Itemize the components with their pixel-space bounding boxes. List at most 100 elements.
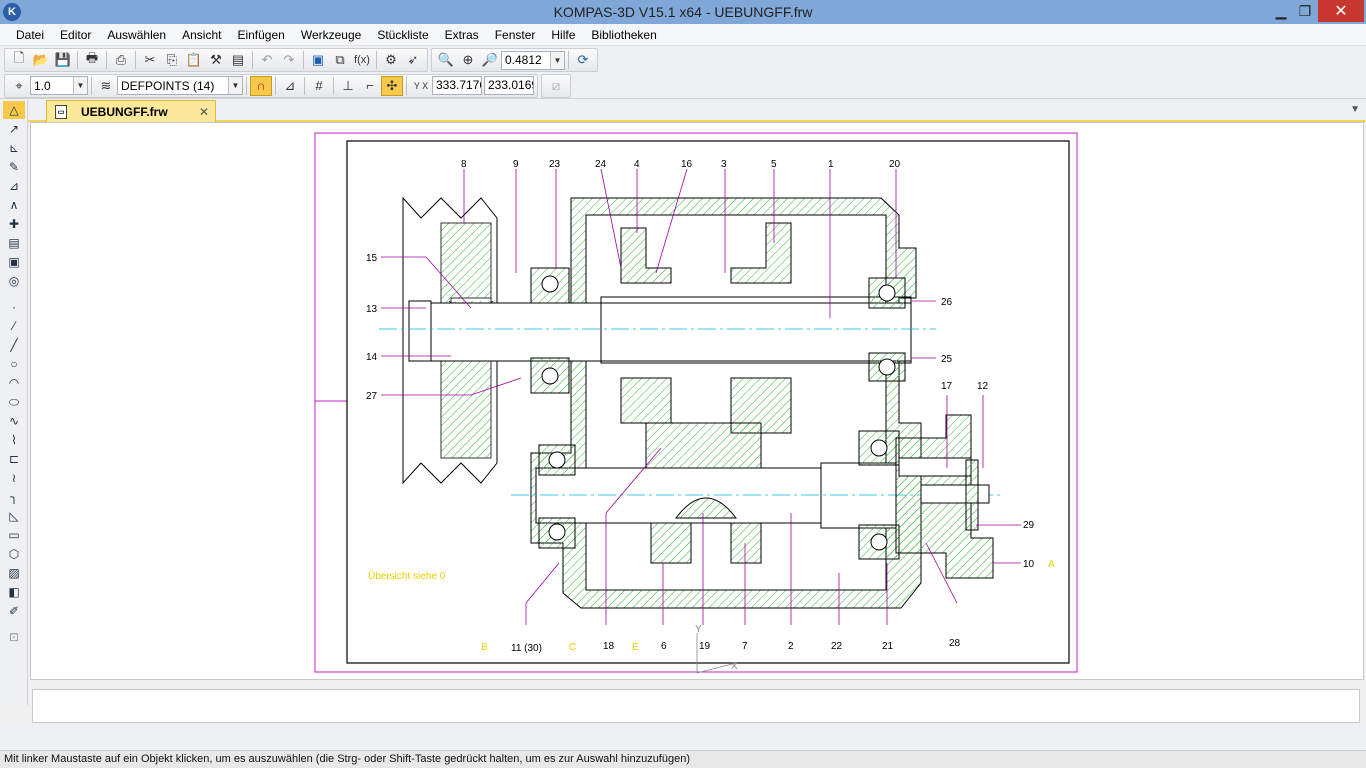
open-folder-icon[interactable]: 📂 [30,50,52,70]
menu-einfuegen[interactable]: Einfügen [229,25,292,45]
variables-icon[interactable]: ⧉ [329,50,351,70]
geometry-tool-icon[interactable]: △ [3,101,25,119]
point-icon[interactable]: · [3,298,25,316]
new-document-icon[interactable]: 🗋 [8,50,30,70]
layer-value: DEFPOINTS (14) [121,78,215,93]
menu-stueckliste[interactable]: Stückliste [369,25,436,45]
snap-magnet-icon[interactable]: ∩ [250,75,272,96]
local-cs-icon[interactable]: ⊿ [279,76,301,96]
parametrize-tool-icon[interactable]: ⊿ [3,177,25,195]
menu-bibliotheken[interactable]: Bibliotheken [583,25,664,45]
part-label: 22 [831,641,843,652]
cursor-step-combo[interactable]: 1.0 ▼ [30,76,88,95]
undo-icon[interactable]: ↶ [256,50,278,70]
part-label: 13 [366,304,378,315]
toolbar-separator [252,51,253,69]
properties-wand-icon[interactable]: ⚒ [205,50,227,70]
fillet-icon[interactable]: ╮ [3,488,25,506]
symbols-tool-icon[interactable]: ⊾ [3,139,25,157]
part-label: 24 [595,159,607,170]
menu-auswaehlen[interactable]: Auswählen [99,25,174,45]
close-tab-icon[interactable]: ✕ [199,105,209,119]
grid-icon[interactable]: # [308,76,330,96]
drawing-note: Übersicht siehe 0 [368,570,446,582]
zoom-scale-icon[interactable]: 🔎 [479,50,501,70]
maximize-button[interactable]: ❐ [1288,0,1322,22]
menu-ansicht[interactable]: Ansicht [174,25,229,45]
menu-werkzeuge[interactable]: Werkzeuge [293,25,369,45]
auxiliary-line-icon[interactable]: ⁄ [3,317,25,335]
measure-tool-icon[interactable]: ∧ [3,196,25,214]
chamfer-icon[interactable]: ◺ [3,507,25,525]
cursor-step-icon[interactable]: ⌖ [8,76,30,96]
settings-gears-icon[interactable]: ⚙ [380,50,402,70]
polyline-icon[interactable]: ⌇ [3,431,25,449]
part-label: 12 [977,381,989,392]
contour-icon[interactable]: ⊏ [3,450,25,468]
menu-datei[interactable]: Datei [8,25,52,45]
zoom-all-icon[interactable]: ⊕ [457,50,479,70]
part-label: 20 [889,159,901,170]
bezier-icon[interactable]: ≀ [3,469,25,487]
state-toolbar-group: ⌖ 1.0 ▼ ≋ DEFPOINTS (14) ▼ ∩ ⊿ # ⊥ ⌐ ✣ Y… [4,73,538,98]
copy-icon[interactable]: ⎘ [161,50,183,70]
refresh-view-icon[interactable]: ⟳ [572,50,594,70]
paste-icon[interactable]: 📋 [183,50,205,70]
menu-editor[interactable]: Editor [52,25,99,45]
function-fx-icon[interactable]: f(x) [351,50,373,70]
help-pointer-icon[interactable]: ➶ [402,50,424,70]
manager-icon[interactable]: ▣ [307,50,329,70]
round-coords-icon[interactable]: ✣ [381,75,403,96]
menu-hilfe[interactable]: Hilfe [543,25,583,45]
drawing-canvas[interactable]: Y X 8 9 23 24 4 16 3 5 1 20 15 13 14 27 … [30,122,1364,680]
ortho-axes-icon[interactable]: ⊥ [337,76,359,96]
chevron-down-icon[interactable]: ▼ [73,77,87,94]
close-button[interactable]: ✕ [1318,0,1364,22]
status-bar: Mit linker Maustaste auf ein Objekt klic… [0,750,1366,768]
arc-icon[interactable]: ◠ [3,374,25,392]
redo-icon[interactable]: ↷ [278,50,300,70]
equidistant-icon[interactable]: ✐ [3,602,25,620]
segment-icon[interactable]: ╱ [3,336,25,354]
layer-stack-icon[interactable]: ≋ [95,76,117,96]
disabled-tool-icon[interactable]: ⧄ [545,76,567,96]
menu-fenster[interactable]: Fenster [487,25,544,45]
menu-extras[interactable]: Extras [437,25,487,45]
cut-icon[interactable]: ✂ [139,50,161,70]
save-disk-icon[interactable]: 💾 [52,50,74,70]
tab-uebungff[interactable]: ▭ UEBUNGFF.frw ✕ [46,100,216,122]
rectangle-icon[interactable]: ▭ [3,526,25,544]
part-label: 14 [366,352,378,363]
layer-combo[interactable]: DEFPOINTS (14) ▼ [117,76,243,95]
zoom-window-icon[interactable]: 🔍 [435,50,457,70]
zoom-scale-combo[interactable]: 0.4812 ▼ [501,50,565,70]
circle-icon[interactable]: ○ [3,355,25,373]
kompas-app-icon[interactable]: K [3,3,21,21]
spline-icon[interactable]: ∿ [3,412,25,430]
properties-panel[interactable] [32,689,1360,723]
reports-icon[interactable]: ◎ [3,272,25,290]
coord-y-field[interactable]: 233.0169 [484,76,534,95]
print-icon[interactable]: 🖶 [81,50,103,70]
edit-tool-icon[interactable]: ✎ [3,158,25,176]
panel-strip [0,725,1366,750]
associative-views-icon[interactable]: ▤ [3,234,25,252]
tab-list-chevron-icon[interactable]: ▼ [1350,104,1360,115]
chevron-down-icon[interactable]: ▼ [228,77,242,94]
input-shaft [379,296,936,364]
toolbar-separator [568,51,569,69]
collapsed-tool-icon[interactable]: ⊡ [3,628,25,646]
print-preview-icon[interactable]: ⎙ [110,50,132,70]
specification-icon[interactable]: ▣ [3,253,25,271]
ellipse-icon[interactable]: ⬭ [3,393,25,411]
fill-icon[interactable]: ◧ [3,583,25,601]
library-icon[interactable]: ▤ [227,50,249,70]
file-toolbar-group: 🗋 📂 💾 🖶 ⎙ ✂ ⎘ 📋 ⚒ ▤ ↶ ↷ ▣ ⧉ f(x) ⚙ ➶ [4,48,428,72]
ortho-mode-icon[interactable]: ⌐ [359,76,381,96]
selection-tool-icon[interactable]: ✚ [3,215,25,233]
polygon-icon[interactable]: ⬡ [3,545,25,563]
hatch-icon[interactable]: ▨ [3,564,25,582]
coord-x-field[interactable]: 333.7176 [432,76,482,95]
chevron-down-icon[interactable]: ▼ [550,51,564,69]
dimensions-tool-icon[interactable]: ↗ [3,120,25,138]
